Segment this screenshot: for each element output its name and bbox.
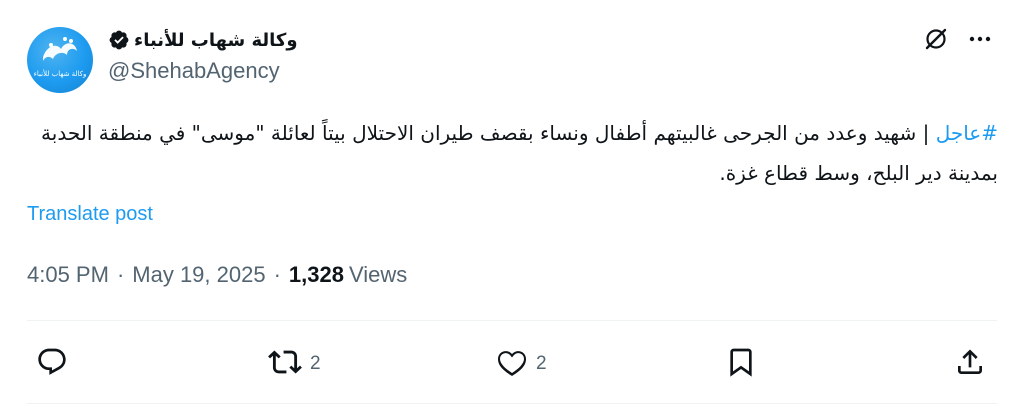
repost-count: 2 (310, 353, 321, 374)
post-meta: 4:05 PM · May 19, 2025 · 1,328 Views (27, 262, 407, 288)
grok-icon[interactable] (921, 24, 951, 54)
like-count: 2 (536, 353, 547, 374)
display-name: وكالة شهاب للأنباء (134, 29, 298, 51)
views-label: Views (348, 262, 408, 287)
heart-icon (496, 346, 528, 383)
divider (27, 320, 997, 321)
handle[interactable]: @ShehabAgency (108, 58, 280, 84)
post-body-text: | شهيد وعدد من الجرحى غالبيتهم أطفال ونس… (41, 121, 998, 185)
verified-badge-icon (108, 29, 130, 51)
repost-button[interactable]: 2 (268, 346, 321, 382)
bookmark-icon (725, 346, 757, 383)
divider (27, 403, 997, 404)
views-count[interactable]: 1,328 (289, 262, 344, 288)
hashtag-link[interactable]: #عاجل (936, 121, 998, 145)
like-button[interactable]: 2 (496, 346, 547, 382)
shehab-logo-icon (43, 37, 77, 61)
post-text: #عاجل | شهيد وعدد من الجرحى غالبيتهم أطف… (26, 113, 998, 193)
reply-icon (36, 346, 68, 383)
avatar-logo-text: وكالة شهاب للأنباء (33, 70, 87, 78)
meta-separator: · (273, 262, 281, 287)
more-options-icon[interactable] (965, 24, 995, 54)
avatar[interactable]: وكالة شهاب للأنباء (27, 27, 93, 93)
meta-separator: · (116, 262, 125, 287)
repost-icon (268, 345, 302, 384)
reply-button[interactable] (36, 346, 76, 382)
share-icon (954, 346, 986, 383)
post-time[interactable]: 4:05 PM (27, 262, 109, 288)
translate-post-link[interactable]: Translate post (27, 203, 153, 226)
bookmark-button[interactable] (725, 346, 757, 382)
share-button[interactable] (954, 346, 986, 382)
tweet-detail: وكالة شهاب للأنباء وكالة شهاب للأنباء @S… (0, 0, 1024, 406)
post-date[interactable]: May 19, 2025 (132, 262, 265, 288)
display-name-row[interactable]: وكالة شهاب للأنباء (108, 26, 298, 54)
